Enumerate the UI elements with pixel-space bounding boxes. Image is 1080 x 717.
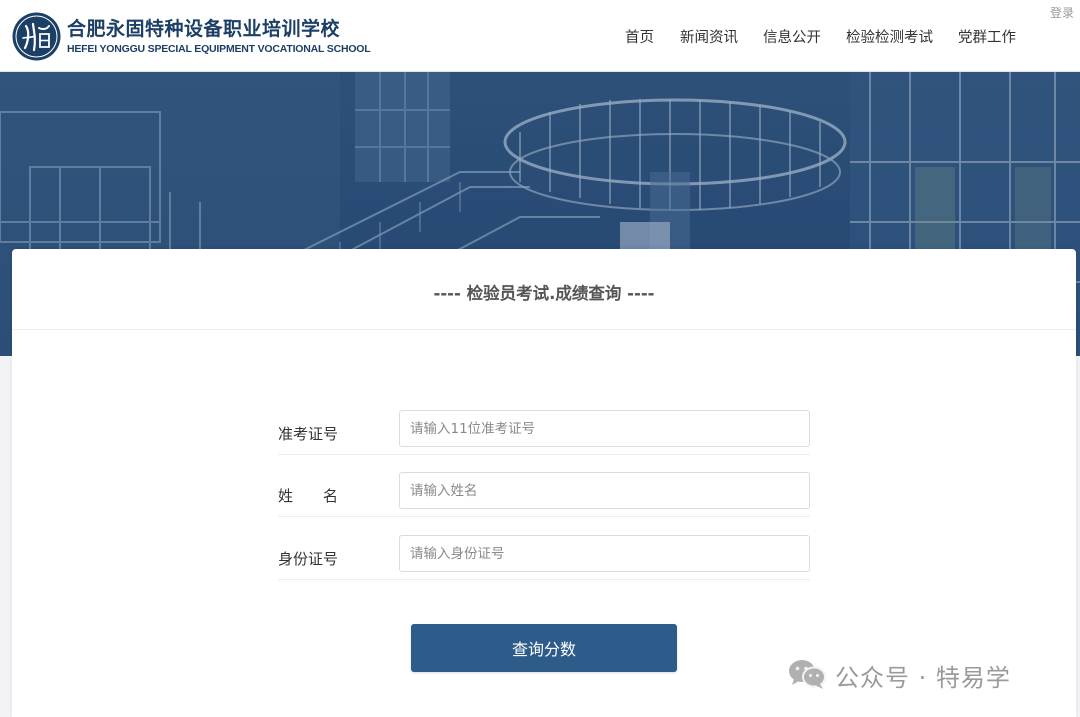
wechat-icon — [789, 660, 826, 689]
watermark-text: 公众号 · 特易学 — [835, 664, 1011, 692]
form-row-exam-ticket: 准考证号 — [278, 410, 810, 455]
exam-ticket-input[interactable] — [399, 410, 810, 447]
nav-item-info-disclosure[interactable]: 信息公开 — [763, 26, 821, 47]
nav-item-news[interactable]: 新闻资讯 — [680, 26, 738, 47]
query-score-button[interactable]: 查询分数 — [411, 624, 677, 672]
id-number-label: 身份证号 — [278, 550, 339, 568]
nav-item-inspection-exam[interactable]: 检验检测考试 — [846, 26, 933, 47]
nav-item-party-work[interactable]: 党群工作 — [958, 26, 1016, 47]
form-row-id-number: 身份证号 — [278, 535, 810, 580]
nav-item-home[interactable]: 首页 — [625, 26, 654, 47]
score-query-card: ---- 检验员考试.成绩查询 ---- 准考证号 姓 名 身份证号 查询分数 — [12, 249, 1076, 717]
id-number-input[interactable] — [399, 535, 810, 572]
site-header: 合肥永固特种设备职业培训学校 HEFEI YONGGU SPECIAL EQUI… — [0, 0, 1080, 72]
name-input[interactable] — [399, 472, 810, 509]
name-label: 姓 名 — [278, 487, 339, 505]
card-title-bar: ---- 检验员考试.成绩查询 ---- — [12, 249, 1076, 330]
exam-ticket-label: 准考证号 — [278, 425, 339, 443]
login-link[interactable]: 登录 — [1050, 4, 1074, 21]
wechat-watermark: 公众号 · 特易学 — [787, 656, 1057, 692]
page-title: ---- 检验员考试.成绩查询 ---- — [433, 284, 655, 303]
form-row-name: 姓 名 — [278, 472, 810, 517]
main-nav: 首页 新闻资讯 信息公开 检验检测考试 党群工作 — [0, 26, 1080, 50]
